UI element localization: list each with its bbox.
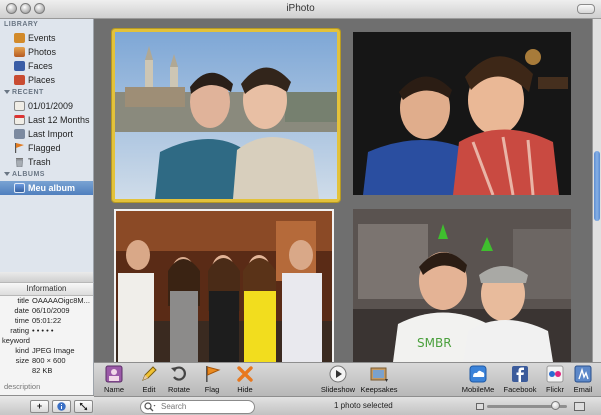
sidebar-item-flagged[interactable]: Flagged bbox=[0, 141, 93, 155]
sidebar-divider[interactable] bbox=[0, 272, 94, 282]
info-row-kind: kind JPEG Image bbox=[15, 346, 75, 355]
vertical-scrollbar[interactable] bbox=[592, 19, 601, 362]
description-field[interactable]: description bbox=[4, 382, 40, 391]
large-photo-icon bbox=[574, 402, 585, 411]
email-icon bbox=[574, 365, 592, 383]
scrollbar-thumb[interactable] bbox=[594, 151, 600, 221]
fullscreen-button[interactable] bbox=[74, 400, 93, 413]
zoom-slider[interactable] bbox=[487, 401, 567, 410]
photo-image bbox=[115, 32, 337, 199]
play-icon bbox=[329, 365, 347, 383]
photo-image bbox=[116, 211, 332, 362]
rotate-icon bbox=[171, 366, 186, 381]
flickr-icon bbox=[546, 365, 564, 383]
events-icon bbox=[14, 33, 25, 43]
iphoto-window: iPhoto LIBRARY Events Photos Faces Place… bbox=[0, 0, 601, 415]
disclosure-triangle-icon bbox=[4, 172, 10, 177]
slideshow-button[interactable]: Slideshow bbox=[318, 365, 358, 394]
info-row-rating[interactable]: rating • • • • • bbox=[0, 326, 93, 336]
edit-pencil-icon bbox=[142, 366, 157, 381]
photo-two-guys-party[interactable]: SMBR bbox=[353, 209, 571, 362]
small-photo-icon bbox=[476, 403, 484, 410]
photo-image: SMBR bbox=[353, 209, 571, 362]
info-row-date[interactable]: date 06/10/2009 bbox=[0, 306, 93, 316]
info-row-keyword[interactable]: keyword bbox=[0, 336, 93, 346]
calendar-icon bbox=[14, 101, 25, 111]
photo-grid: SMBR bbox=[94, 19, 592, 362]
photo-group-five[interactable] bbox=[114, 209, 334, 362]
fullscreen-arrows-icon bbox=[79, 402, 88, 411]
window-title: iPhoto bbox=[286, 3, 315, 14]
albums-section-header[interactable]: ALBUMS bbox=[0, 169, 93, 181]
sidebar-item-photos[interactable]: Photos bbox=[0, 45, 93, 59]
info-button[interactable] bbox=[52, 400, 71, 413]
hide-x-icon bbox=[237, 366, 253, 382]
library-section-header: LIBRARY bbox=[4, 21, 39, 28]
sidebar-item-meu-album[interactable]: Meu album bbox=[0, 181, 93, 195]
faces-icon bbox=[14, 61, 25, 71]
info-row-size: size 800 × 600 bbox=[15, 356, 66, 365]
sidebar-item-events[interactable]: Events bbox=[0, 31, 93, 45]
info-row-filesize: 82 KB bbox=[32, 366, 53, 375]
photos-icon bbox=[14, 47, 25, 57]
disclosure-triangle-icon bbox=[4, 90, 10, 95]
photo-two-guys-night[interactable] bbox=[353, 32, 571, 195]
sidebar-item-places[interactable]: Places bbox=[0, 73, 93, 87]
hide-button[interactable]: Hide bbox=[225, 365, 265, 394]
toolbar-toggle-button[interactable] bbox=[577, 4, 595, 14]
add-button[interactable]: + bbox=[30, 400, 49, 413]
facebook-button[interactable]: Facebook bbox=[500, 365, 540, 394]
selection-status: 1 photo selected bbox=[334, 401, 393, 410]
sidebar-item-last-12-months[interactable]: Last 12 Months bbox=[0, 113, 93, 127]
keepsakes-icon bbox=[370, 367, 388, 382]
sidebar-item-last-import[interactable]: Last Import bbox=[0, 127, 93, 141]
name-button[interactable]: Name bbox=[94, 365, 134, 394]
keepsakes-button[interactable]: Keepsakes bbox=[359, 365, 399, 394]
zoom-slider-knob[interactable] bbox=[550, 401, 560, 410]
sidebar-item-faces[interactable]: Faces bbox=[0, 59, 93, 73]
search-field[interactable]: Search bbox=[140, 400, 255, 414]
info-icon bbox=[57, 402, 66, 411]
mobileme-icon bbox=[469, 365, 487, 383]
flag-icon bbox=[14, 143, 25, 153]
info-row-time[interactable]: time 05:01:22 bbox=[0, 316, 93, 326]
sidebar-item-event-date[interactable]: 01/01/2009 bbox=[0, 99, 93, 113]
calendar-icon bbox=[14, 115, 25, 125]
places-icon bbox=[14, 75, 25, 85]
facebook-icon bbox=[512, 366, 528, 382]
name-icon bbox=[105, 365, 123, 383]
photo-image bbox=[353, 32, 571, 195]
mobileme-button[interactable]: MobileMe bbox=[458, 365, 498, 394]
status-bar: Search 1 photo selected bbox=[94, 396, 601, 415]
svg-text:SMBR: SMBR bbox=[417, 336, 452, 350]
import-icon bbox=[14, 129, 25, 139]
title-bar: iPhoto bbox=[0, 0, 601, 19]
sidebar-item-trash[interactable]: Trash bbox=[0, 155, 93, 169]
email-button[interactable]: Email bbox=[563, 365, 601, 394]
trash-icon bbox=[14, 157, 25, 168]
bottom-toolbar: Name Edit Rotate Flag Hide Slideshow Kee… bbox=[94, 362, 601, 396]
info-row-title[interactable]: title OAAAAOigc8M... bbox=[0, 296, 93, 306]
flag-icon bbox=[206, 366, 221, 382]
recent-section-header[interactable]: RECENT bbox=[0, 87, 93, 99]
source-list-bottom-bar: + bbox=[0, 395, 94, 415]
plus-icon: + bbox=[36, 401, 43, 411]
album-icon bbox=[14, 183, 25, 193]
information-header: Information bbox=[0, 283, 93, 296]
photo-two-guys-outdoors[interactable] bbox=[112, 29, 340, 202]
search-icon bbox=[144, 402, 156, 412]
information-panel: Information title OAAAAOigc8M... date 06/1… bbox=[0, 282, 94, 395]
search-placeholder: Search bbox=[161, 402, 187, 411]
source-list: LIBRARY Events Photos Faces Places RECEN… bbox=[0, 19, 94, 272]
